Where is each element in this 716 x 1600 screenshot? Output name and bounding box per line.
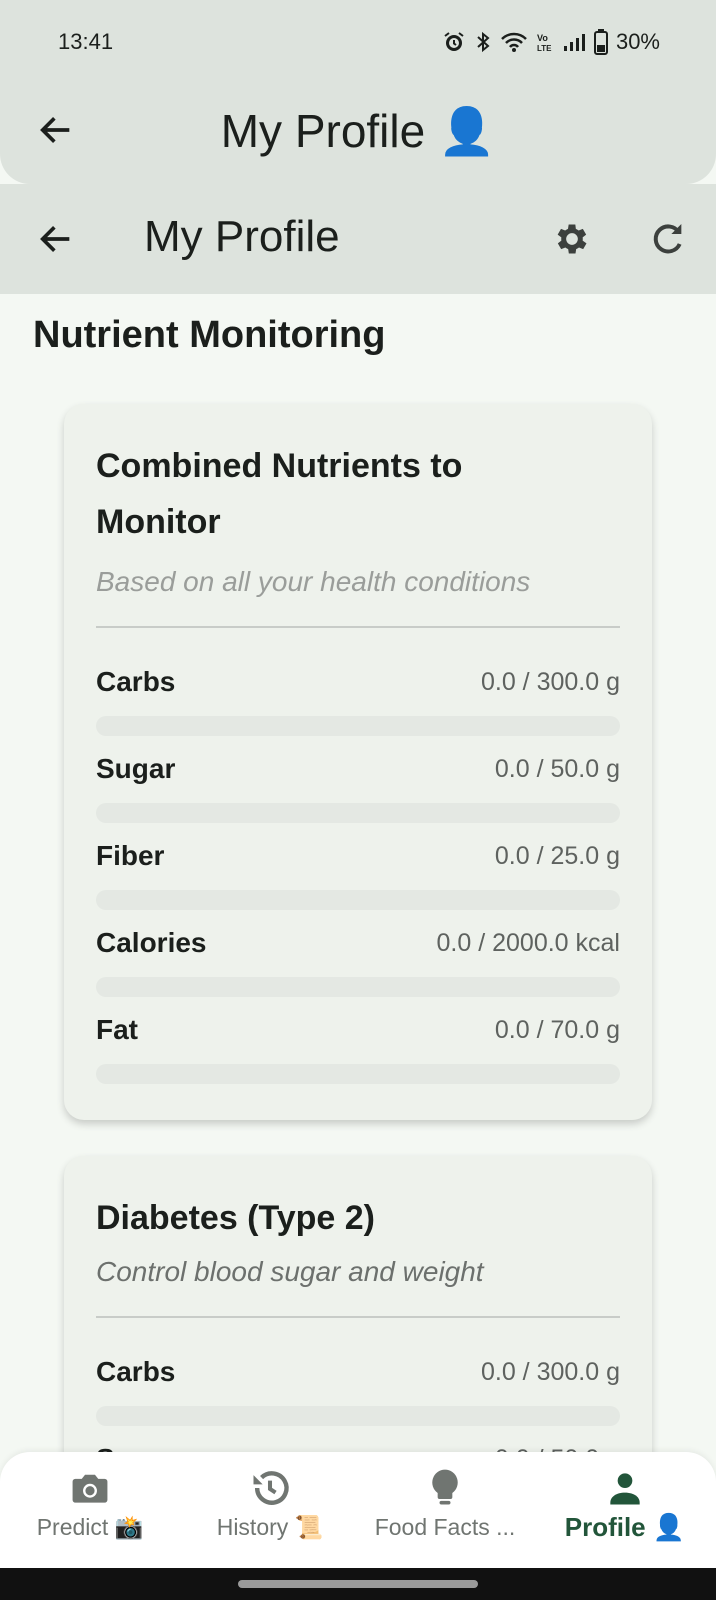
person-icon: [610, 1473, 640, 1505]
history-icon: [253, 1471, 289, 1505]
gesture-bar: [0, 1568, 716, 1600]
nutrient-card-combined: Combined Nutrients to Monitor Based on a…: [64, 404, 652, 1120]
wifi-icon: [501, 32, 527, 52]
nav-item-history[interactable]: History 📜: [190, 1452, 350, 1568]
nutrient-label: Sugar: [96, 753, 176, 784]
nutrient-row-sugar: Sugar 0.0 / 50.0 g: [96, 735, 620, 823]
nav-item-predict[interactable]: Predict 📸: [10, 1452, 170, 1568]
nutrient-value: 0.0 / 25.0 g: [494, 842, 620, 870]
page-title-text: My Profile: [220, 105, 426, 157]
home-handle[interactable]: [238, 1580, 478, 1588]
section-title: Nutrient Monitoring: [33, 314, 386, 356]
divider: [96, 1316, 620, 1318]
lightbulb-icon: [432, 1469, 458, 1505]
nav-label-text: Food Facts ...: [374, 1514, 516, 1540]
card-title: Diabetes (Type 2): [96, 1199, 376, 1237]
status-time: 13:41: [58, 29, 114, 54]
card-subtitle: Control blood sugar and weight: [96, 1256, 484, 1287]
alarm-icon: [444, 32, 464, 51]
nav-item-food-facts[interactable]: Food Facts ...: [360, 1452, 530, 1568]
volte-icon: VoLTE: [537, 33, 552, 53]
signal-icon: [563, 34, 585, 51]
nutrient-label: Calories: [96, 927, 207, 958]
nav-item-profile[interactable]: Profile 👤: [540, 1452, 710, 1568]
card-title-line: Monitor: [96, 503, 221, 541]
profile-content[interactable]: Nutrient Monitoring Combined Nutrients t…: [0, 294, 716, 1454]
nav-label: History 📜: [190, 1514, 350, 1541]
gear-icon[interactable]: [552, 219, 592, 259]
nutrient-value: 0.0 / 50.0 g: [494, 755, 620, 783]
app-bar-title: My Profile: [144, 212, 340, 261]
refresh-icon[interactable]: [648, 219, 688, 259]
svg-text:LTE: LTE: [537, 44, 552, 53]
nav-label: Predict 📸: [10, 1514, 170, 1541]
person-emoji: 👤: [437, 105, 496, 157]
progress-bar: [96, 977, 620, 997]
nav-label-text: Predict: [36, 1514, 109, 1540]
nutrient-label: Carbs: [96, 1356, 176, 1387]
nutrient-value: 0.0 / 300.0 g: [480, 668, 620, 696]
status-bar: 13:41 Vo LTE 30%: [0, 0, 716, 84]
scroll-emoji: 📜: [294, 1514, 324, 1540]
nutrient-list: Carbs 0.0 / 300.0 g Sugar 0.0 / 50.0 g F…: [96, 648, 620, 1084]
progress-bar: [96, 890, 620, 910]
nutrient-row-carbs: Carbs 0.0 / 300.0 g: [96, 648, 620, 736]
progress-bar: [96, 803, 620, 823]
camera-icon: [72, 1474, 108, 1503]
progress-bar: [96, 1406, 620, 1426]
battery-icon: [593, 29, 608, 55]
nutrient-row-sugar: Sugar 0.0 / 50.0 g: [96, 1425, 620, 1454]
progress-bar: [96, 1064, 620, 1084]
person-emoji: 👤: [652, 1512, 686, 1542]
nav-label-text: Profile: [564, 1512, 646, 1542]
bluetooth-icon: [477, 31, 490, 53]
nutrient-value: 0.0 / 300.0 g: [480, 1358, 620, 1386]
svg-text:Vo: Vo: [537, 33, 548, 43]
battery-level: 30%: [615, 29, 660, 54]
nav-label: Food Facts ...: [360, 1514, 530, 1541]
nav-label: Profile 👤: [540, 1512, 710, 1543]
status-icons: Vo LTE 30%: [442, 29, 660, 55]
progress-bar: [96, 716, 620, 736]
profile-app-bar: My Profile: [0, 184, 716, 294]
card-title-line: Combined Nutrients to: [96, 447, 463, 485]
outer-app-bar: My Profile 👤: [0, 84, 716, 184]
card-subtitle: Based on all your health conditions: [96, 566, 531, 597]
back-arrow-icon[interactable]: [36, 219, 76, 259]
nutrient-card-diabetes: Diabetes (Type 2) Control blood sugar an…: [64, 1156, 652, 1454]
camera-emoji: 📸: [114, 1514, 144, 1540]
divider: [96, 626, 620, 628]
nutrient-row-fat: Fat 0.0 / 70.0 g: [96, 996, 620, 1084]
nav-label-text: History: [216, 1514, 289, 1540]
nutrient-label: Fat: [96, 1014, 138, 1045]
nutrient-row-carbs: Carbs 0.0 / 300.0 g: [96, 1338, 620, 1426]
bottom-navigation: Predict 📸 History 📜 Food Facts ... Profi…: [0, 1452, 716, 1568]
card-title: Combined Nutrients to Monitor: [96, 438, 620, 550]
nutrient-list: Carbs 0.0 / 300.0 g Sugar 0.0 / 50.0 g: [96, 1338, 620, 1454]
page-title: My Profile 👤: [0, 104, 716, 159]
nutrient-label: Fiber: [96, 840, 165, 871]
nutrient-value: 0.0 / 70.0 g: [494, 1016, 620, 1044]
nutrient-label: Carbs: [96, 666, 176, 697]
nutrient-value: 0.0 / 2000.0 kcal: [436, 929, 620, 957]
nutrient-row-fiber: Fiber 0.0 / 25.0 g: [96, 822, 620, 910]
nutrient-row-calories: Calories 0.0 / 2000.0 kcal: [96, 909, 620, 997]
